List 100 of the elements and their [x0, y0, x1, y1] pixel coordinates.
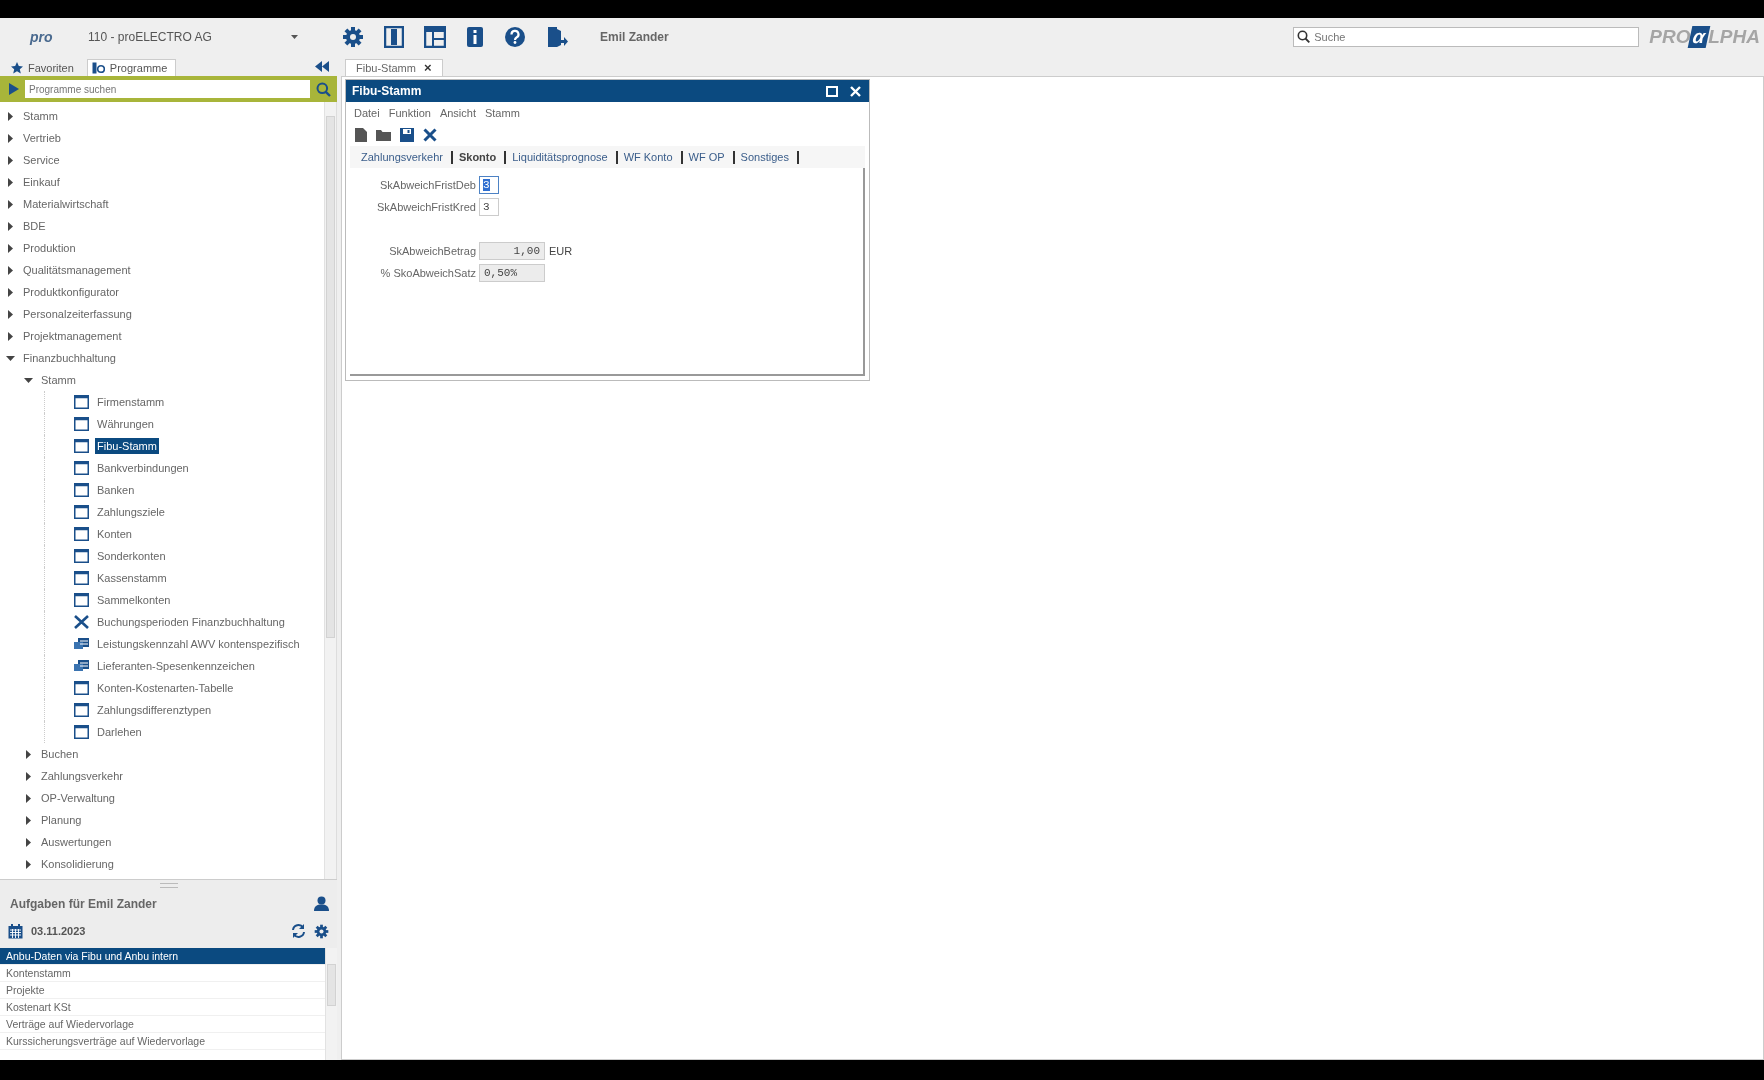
tree-item[interactable]: Stamm [39, 372, 78, 388]
collapsed-arrow-icon[interactable] [6, 133, 15, 143]
task-item[interactable]: Anbu-Daten via Fibu und Anbu intern [0, 948, 325, 965]
task-item[interactable]: Kostenart KSt [0, 999, 325, 1016]
layout-icon[interactable] [424, 26, 446, 48]
search-icon[interactable] [316, 81, 331, 97]
splitter-handle[interactable] [159, 882, 178, 888]
form-tab[interactable]: Liquiditätsprognose [512, 150, 618, 164]
tree-item[interactable]: Konten [95, 526, 134, 542]
program-search-field[interactable]: Programme suchen [25, 80, 310, 98]
tree-item[interactable]: Zahlungsdifferenztypen [95, 702, 214, 718]
document-tab[interactable]: Fibu-Stamm × [345, 59, 443, 76]
tree-item[interactable]: Auswertungen [39, 834, 114, 850]
tree-item[interactable]: Materialwirtschaft [21, 196, 111, 212]
input-field[interactable]: 0,50% [479, 264, 545, 282]
collapsed-arrow-icon[interactable] [24, 749, 33, 759]
tree-item[interactable]: Produktkonfigurator [21, 284, 121, 300]
collapsed-arrow-icon[interactable] [6, 221, 15, 231]
collapsed-arrow-icon[interactable] [6, 243, 15, 253]
collapsed-arrow-icon[interactable] [6, 155, 15, 165]
tree-item[interactable]: Konten-Kostenarten-Tabelle [95, 680, 236, 696]
task-item[interactable]: Kurssicherungsverträge auf Wiedervorlage [0, 1033, 325, 1050]
input-field[interactable]: 3 [479, 176, 499, 194]
collapsed-arrow-icon[interactable] [6, 287, 15, 297]
collapsed-arrow-icon[interactable] [24, 837, 33, 847]
input-field[interactable]: 3 [479, 198, 499, 216]
calendar-icon[interactable] [8, 923, 23, 939]
menu-item[interactable]: Datei [354, 107, 380, 119]
collapsed-arrow-icon[interactable] [24, 793, 33, 803]
tree-item[interactable]: OP-Verwaltung [39, 790, 117, 806]
tree-item[interactable]: Planung [39, 812, 84, 828]
tree-item[interactable]: Vertrieb [21, 130, 63, 146]
expanded-arrow-icon[interactable] [24, 375, 33, 385]
form-tab[interactable]: Sonstiges [740, 150, 799, 164]
tree-item[interactable]: Sonderkonten [95, 548, 168, 564]
tree-item[interactable]: Konsolidierung [39, 856, 116, 872]
settings-icon[interactable] [342, 26, 364, 48]
help-icon[interactable] [504, 26, 526, 48]
form-tab[interactable]: Skonto [458, 150, 507, 164]
tree-item[interactable]: Bankverbindungen [95, 460, 191, 476]
tree-item[interactable]: Lieferanten-Spesenkennzeichen [95, 658, 257, 674]
refresh-icon[interactable] [291, 924, 306, 938]
collapsed-arrow-icon[interactable] [24, 859, 33, 869]
task-item[interactable]: Verträge auf Wiedervorlage [0, 1016, 325, 1033]
tree-item[interactable]: Stamm [21, 108, 60, 124]
split-panel-icon[interactable] [384, 26, 404, 48]
info-icon[interactable] [466, 26, 484, 48]
play-icon[interactable] [9, 83, 19, 95]
tree-item[interactable]: Finanzbuchhaltung [21, 350, 118, 366]
collapsed-arrow-icon[interactable] [24, 815, 33, 825]
user-icon[interactable] [314, 896, 329, 911]
expanded-arrow-icon[interactable] [6, 353, 15, 363]
company-dropdown[interactable]: 110 - proELECTRO AG [86, 27, 302, 47]
maximize-icon[interactable] [826, 85, 838, 97]
search-field[interactable]: Suche [1293, 27, 1640, 47]
collapsed-arrow-icon[interactable] [6, 265, 15, 275]
settings-icon[interactable] [314, 923, 329, 939]
tree-item[interactable]: Firmenstamm [95, 394, 167, 410]
tree-item[interactable]: Banken [95, 482, 137, 498]
collapsed-arrow-icon[interactable] [24, 771, 33, 781]
task-item[interactable]: Kontenstamm [0, 965, 325, 982]
scrollbar[interactable] [324, 102, 336, 879]
menu-item[interactable]: Stamm [484, 107, 520, 119]
save-icon[interactable] [400, 128, 414, 142]
sidebar-tab[interactable]: Programme [86, 59, 177, 76]
folder-icon[interactable] [376, 129, 391, 141]
menu-item[interactable]: Funktion [388, 107, 431, 119]
menu-item[interactable]: Ansicht [439, 107, 476, 119]
tree-item[interactable]: Zahlungsverkehr [39, 768, 125, 784]
tree-item[interactable]: Darlehen [95, 724, 144, 740]
tree-item[interactable]: Fibu-Stamm [95, 438, 159, 454]
tree-item[interactable]: Währungen [95, 416, 156, 432]
collapsed-arrow-icon[interactable] [6, 331, 15, 341]
collapsed-arrow-icon[interactable] [6, 177, 15, 187]
tree-item[interactable]: BDE [21, 218, 48, 234]
tree-item[interactable]: Qualitätsmanagement [21, 262, 133, 278]
tree-item[interactable]: Projektmanagement [21, 328, 124, 344]
input-field[interactable]: 1,00 [479, 242, 545, 260]
tree-item[interactable]: Buchen [39, 746, 81, 762]
task-item[interactable]: Projekte [0, 982, 325, 999]
tree-item[interactable]: Service [21, 152, 62, 168]
form-tab[interactable]: WF Konto [623, 150, 683, 164]
tree-item[interactable]: Leistungskennzahl AWV kontenspezifisch [95, 636, 302, 652]
delete-icon[interactable] [423, 128, 437, 142]
tree-item[interactable]: Produktion [21, 240, 78, 256]
collapse-icon[interactable] [315, 61, 329, 72]
new-document-icon[interactable] [355, 128, 367, 142]
tree-item[interactable]: Sammelkonten [95, 592, 173, 608]
tree-item[interactable]: Zahlungsziele [95, 504, 167, 520]
tree-item[interactable]: Einkauf [21, 174, 62, 190]
close-icon[interactable] [850, 85, 861, 97]
form-tab[interactable]: WF OP [688, 150, 735, 164]
logout-icon[interactable] [546, 26, 568, 48]
scrollbar[interactable] [325, 948, 337, 1060]
collapsed-arrow-icon[interactable] [6, 309, 15, 319]
tree-item[interactable]: Personalzeiterfassung [21, 306, 134, 322]
collapsed-arrow-icon[interactable] [6, 199, 15, 209]
sidebar-tab[interactable]: Favoriten [6, 59, 83, 76]
form-tab[interactable]: Zahlungsverkehr [359, 150, 453, 164]
tree-item[interactable]: Kassenstamm [95, 570, 169, 586]
